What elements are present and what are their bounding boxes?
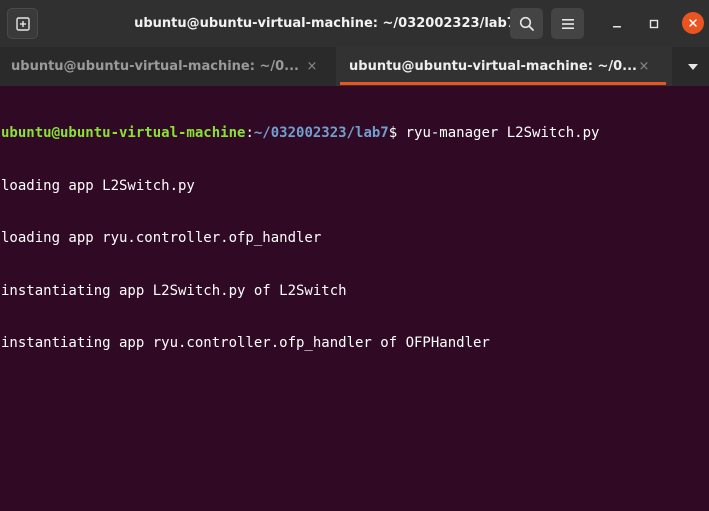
new-tab-icon bbox=[15, 16, 30, 31]
output-line: loading app ryu.controller.ofp_handler bbox=[1, 230, 322, 246]
hamburger-menu-icon bbox=[561, 18, 574, 29]
caret-down-icon bbox=[688, 64, 698, 70]
prompt-path: ~/032002323/lab7 bbox=[253, 125, 389, 141]
tab-close-button[interactable]: × bbox=[304, 47, 320, 86]
output-line: instantiating app ryu.controller.ofp_han… bbox=[1, 335, 490, 351]
new-tab-button[interactable] bbox=[7, 8, 38, 39]
tab-label: ubuntu@ubuntu-virtual-machine: ~/0... bbox=[11, 59, 299, 74]
command-text: ryu-manager L2Switch.py bbox=[405, 125, 600, 141]
terminal-window: ubuntu@ubuntu-virtual-machine: ~/0320023… bbox=[0, 0, 709, 511]
minimize-icon bbox=[612, 25, 621, 27]
prompt-symbol: $ bbox=[388, 125, 406, 141]
tab-label: ubuntu@ubuntu-virtual-machine: ~/0... bbox=[349, 59, 637, 74]
prompt-user-host: ubuntu@ubuntu-virtual-machine bbox=[1, 125, 246, 141]
output-line: loading app L2Switch.py bbox=[1, 177, 195, 194]
close-button[interactable] bbox=[682, 12, 704, 34]
tab-terminal-1[interactable]: ubuntu@ubuntu-virtual-machine: ~/0... × bbox=[0, 47, 336, 86]
active-tab-indicator bbox=[340, 82, 666, 85]
maximize-icon bbox=[649, 19, 658, 28]
terminal-output[interactable]: ubuntu@ubuntu-virtual-machine:~/03200232… bbox=[0, 86, 709, 511]
search-button[interactable] bbox=[510, 8, 543, 39]
tab-close-button[interactable]: × bbox=[636, 47, 652, 86]
search-icon bbox=[519, 16, 534, 31]
prompt-line: ubuntu@ubuntu-virtual-machine:~/03200232… bbox=[1, 125, 709, 143]
maximize-button[interactable] bbox=[641, 11, 666, 36]
prompt-colon: : bbox=[245, 125, 254, 141]
minimize-button[interactable] bbox=[604, 11, 629, 36]
window-title: ubuntu@ubuntu-virtual-machine: ~/0320023… bbox=[134, 16, 516, 31]
menu-button[interactable] bbox=[551, 8, 584, 39]
tabs-dropdown-button[interactable] bbox=[682, 60, 704, 74]
tab-terminal-2-active[interactable]: ubuntu@ubuntu-virtual-machine: ~/0... × bbox=[336, 47, 672, 86]
output-line: instantiating app L2Switch.py of L2Switc… bbox=[1, 282, 347, 299]
close-icon bbox=[689, 19, 697, 27]
title-bar[interactable]: ubuntu@ubuntu-virtual-machine: ~/0320023… bbox=[0, 0, 709, 47]
tab-bar: ubuntu@ubuntu-virtual-machine: ~/0... × … bbox=[0, 47, 709, 86]
